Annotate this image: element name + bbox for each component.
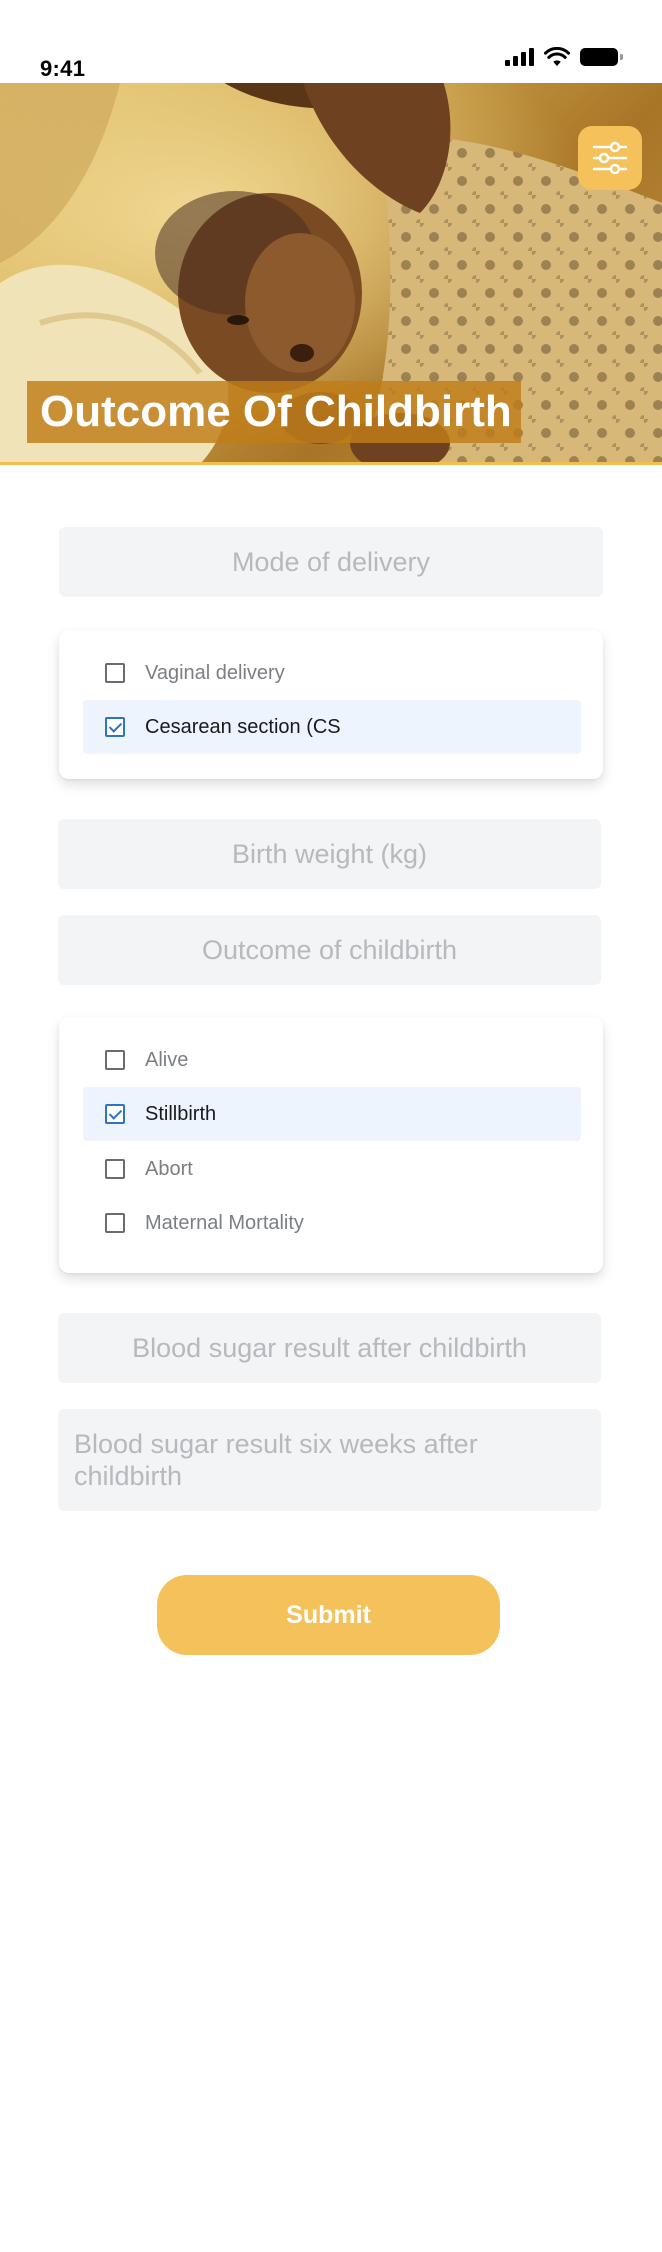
- status-bar: 9:41: [0, 0, 662, 83]
- outcome-of-childbirth-field[interactable]: Outcome of childbirth: [58, 915, 601, 985]
- option-cesarean-section[interactable]: Cesarean section (CS: [83, 700, 581, 754]
- option-abort[interactable]: Abort: [83, 1142, 581, 1196]
- blood-sugar-after-placeholder: Blood sugar result after childbirth: [132, 1332, 527, 1363]
- option-label: Stillbirth: [145, 1102, 217, 1125]
- checkbox-maternal-mortality[interactable]: [105, 1213, 125, 1233]
- outcome-of-childbirth-options: Alive Stillbirth Abort Maternal Mortalit…: [59, 1017, 603, 1273]
- option-label: Vaginal delivery: [145, 661, 285, 684]
- blood-sugar-six-weeks-input[interactable]: Blood sugar result six weeks after child…: [58, 1409, 601, 1511]
- mode-of-delivery-placeholder: Mode of delivery: [231, 546, 431, 577]
- filter-button[interactable]: [578, 126, 642, 190]
- sliders-icon: [592, 141, 628, 175]
- option-label: Alive: [145, 1048, 189, 1071]
- option-maternal-mortality[interactable]: Maternal Mortality: [83, 1196, 581, 1250]
- wifi-icon: [544, 47, 570, 66]
- blood-sugar-after-childbirth-input[interactable]: Blood sugar result after childbirth: [58, 1313, 601, 1383]
- page-title: Outcome Of Childbirth: [40, 387, 512, 436]
- mode-of-delivery-field[interactable]: Mode of delivery: [59, 527, 603, 597]
- birth-weight-placeholder: Birth weight (kg): [231, 838, 428, 869]
- battery-icon: [580, 48, 623, 66]
- submit-button[interactable]: Submit: [157, 1575, 500, 1655]
- birth-weight-input[interactable]: Birth weight (kg): [58, 819, 601, 889]
- checkbox-alive[interactable]: [105, 1050, 125, 1070]
- option-vaginal-delivery[interactable]: Vaginal delivery: [83, 646, 581, 700]
- mode-of-delivery-options: Vaginal delivery Cesarean section (CS: [59, 630, 603, 779]
- cellular-signal-icon: [505, 48, 534, 66]
- status-time: 9:41: [40, 56, 86, 81]
- option-label: Cesarean section (CS: [145, 715, 341, 738]
- option-label: Abort: [145, 1157, 193, 1180]
- option-label: Maternal Mortality: [145, 1211, 304, 1234]
- blood-sugar-six-weeks-placeholder: Blood sugar result six weeks after child…: [74, 1429, 478, 1491]
- checkbox-cesarean-section[interactable]: [105, 717, 125, 737]
- status-icons: [505, 46, 623, 68]
- checkbox-vaginal-delivery[interactable]: [105, 663, 125, 683]
- checkbox-abort[interactable]: [105, 1159, 125, 1179]
- hero-divider: [0, 462, 662, 465]
- option-alive[interactable]: Alive: [83, 1033, 581, 1087]
- checkbox-stillbirth[interactable]: [105, 1104, 125, 1124]
- option-stillbirth[interactable]: Stillbirth: [83, 1087, 581, 1141]
- outcome-of-childbirth-placeholder: Outcome of childbirth: [201, 934, 458, 965]
